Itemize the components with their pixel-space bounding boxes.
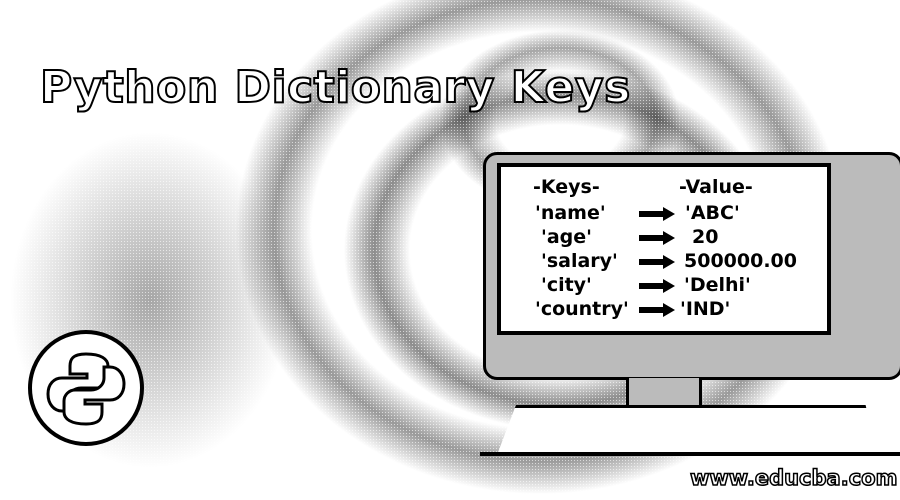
value-cell: 'ABC' — [685, 202, 740, 224]
value-header: -Value- — [679, 176, 753, 198]
arrow-right-icon — [639, 231, 675, 245]
website-url: www.educba.com — [689, 465, 898, 491]
keyboard-base — [497, 405, 877, 455]
arrow-right-icon — [639, 207, 675, 221]
value-cell: 'Delhi' — [684, 274, 751, 296]
key-cell: 'country' — [535, 298, 629, 320]
value-cell: 'IND' — [680, 298, 731, 320]
arrow-right-icon — [639, 303, 675, 317]
arrow-right-icon — [639, 255, 675, 269]
key-cell: 'city' — [541, 274, 592, 296]
key-cell: 'name' — [535, 202, 606, 224]
key-cell: 'age' — [541, 226, 592, 248]
key-cell: 'salary' — [541, 250, 618, 272]
keys-header: -Keys- — [533, 176, 600, 198]
python-logo-icon — [28, 330, 144, 446]
base-line — [480, 452, 900, 456]
arrow-right-icon — [639, 279, 675, 293]
value-cell: 20 — [692, 226, 719, 248]
page-title: Python Dictionary Keys — [39, 61, 631, 114]
value-cell: 500000.00 — [684, 250, 797, 272]
monitor-stand — [626, 378, 702, 408]
